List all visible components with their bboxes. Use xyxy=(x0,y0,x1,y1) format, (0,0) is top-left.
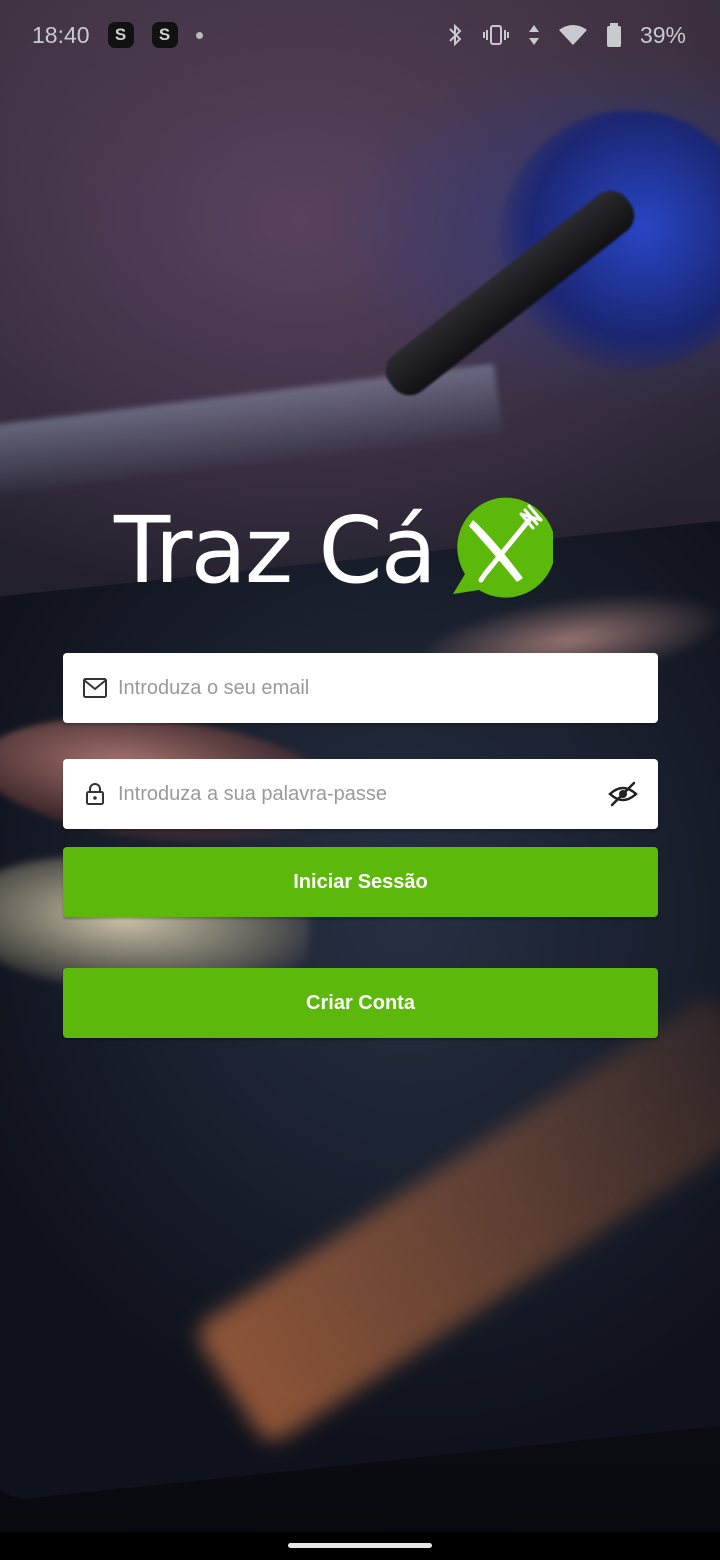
email-field[interactable] xyxy=(63,653,658,723)
background-tongs xyxy=(377,182,643,404)
password-field[interactable] xyxy=(63,759,658,829)
status-right: 39% xyxy=(446,22,686,49)
battery-percentage: 39% xyxy=(639,21,686,48)
login-button[interactable]: Iniciar Sessão xyxy=(63,847,658,917)
password-input[interactable] xyxy=(118,782,606,806)
wifi-icon xyxy=(558,23,588,47)
status-left: 18:40 S S xyxy=(32,22,203,49)
more-notifications-dot-icon xyxy=(195,31,203,39)
app-logo: Traz Cá xyxy=(114,496,594,606)
fork-knife-chat-icon xyxy=(445,494,556,603)
login-screen: 18:40 S S 39% Traz Cá Introduza o seu em… xyxy=(0,0,720,1560)
data-arrows-icon xyxy=(528,23,540,47)
background-glove xyxy=(500,110,720,370)
bluetooth-icon xyxy=(446,22,464,48)
battery-icon xyxy=(606,22,622,48)
eye-off-icon[interactable] xyxy=(606,777,640,811)
create-account-button[interactable]: Criar Conta xyxy=(63,968,658,1038)
status-time: 18:40 xyxy=(32,21,90,48)
email-input[interactable] xyxy=(118,676,640,700)
skype-notification-icon: S xyxy=(151,22,178,48)
logo-wordmark: Traz Cá xyxy=(114,497,437,604)
status-bar: 18:40 S S 39% xyxy=(0,0,720,70)
background-copper-edge xyxy=(191,992,720,1448)
home-gesture-handle[interactable] xyxy=(288,1543,432,1548)
background-rail xyxy=(0,363,503,497)
mail-icon xyxy=(81,674,109,702)
lock-icon xyxy=(81,780,109,808)
skype-notification-icon: S xyxy=(107,22,134,48)
vibrate-icon xyxy=(482,23,510,47)
